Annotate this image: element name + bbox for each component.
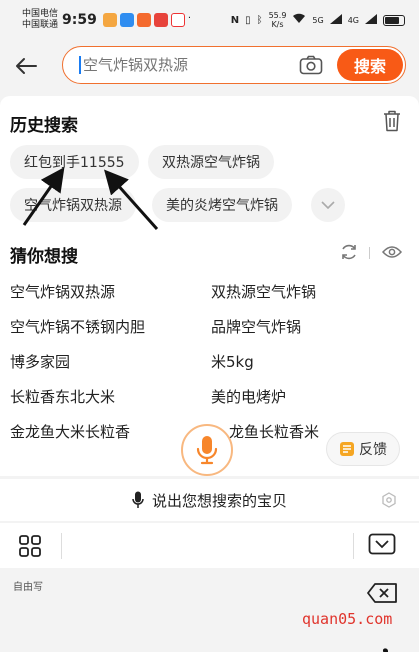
divider — [61, 533, 62, 559]
keyboard-voice-bar[interactable]: 说出您想搜索的宝贝 — [0, 479, 419, 521]
search-button[interactable]: 搜索 — [337, 49, 403, 81]
hide-keyboard-icon[interactable] — [368, 533, 396, 557]
search-suggestion-panel: 历史搜索 红包到手11555 双热源空气炸锅 空气炸锅双热源 美的炎烤空气炸锅 … — [0, 96, 419, 476]
alipay-icon — [119, 13, 134, 27]
status-right: N ▯ ᛒ 55.9 K/s 5G 4G — [231, 11, 405, 29]
grid-menu-icon[interactable] — [18, 534, 42, 558]
search-box: 搜索 — [62, 46, 406, 84]
status-bar: 中国电信 中国联通 9:59 · N ▯ ᛒ 55.9 K/s 5G 4G — [0, 0, 419, 40]
chevron-down-icon — [321, 201, 335, 209]
app-notification-icon — [136, 13, 151, 27]
microphone-icon — [196, 436, 218, 465]
signal-4g-label: 4G — [347, 15, 359, 25]
refresh-icon[interactable] — [340, 243, 358, 261]
nfc-icon: N — [230, 14, 240, 26]
history-chip[interactable]: 空气炸锅双热源 — [10, 188, 136, 222]
guess-item[interactable]: 长粒香东北大米 — [10, 386, 115, 407]
guess-item[interactable]: 米5kg — [211, 351, 254, 372]
trash-icon[interactable] — [382, 110, 402, 132]
comma-key[interactable]: ， — [379, 626, 405, 652]
network-speed: 55.9 K/s — [269, 11, 287, 29]
vibrate-icon: ▯ — [245, 14, 251, 26]
gear-icon[interactable] — [381, 492, 397, 508]
signal-5g-label: 5G — [312, 15, 324, 25]
expand-history-button[interactable] — [311, 188, 345, 222]
voice-search-button[interactable] — [181, 424, 233, 476]
feedback-label: 反馈 — [359, 442, 387, 458]
clock: 9:59 — [62, 12, 97, 28]
handwriting-label: 自由写 — [13, 582, 43, 593]
guess-title: 猜你想搜 — [10, 247, 78, 267]
divider — [369, 247, 370, 259]
guess-item[interactable]: 空气炸锅不锈钢内胆 — [10, 316, 145, 337]
backspace-icon[interactable] — [366, 582, 398, 604]
net-speed-value: 55.9 — [268, 11, 287, 20]
history-chip[interactable]: 红包到手11555 — [10, 145, 139, 179]
eye-icon[interactable] — [382, 245, 402, 259]
carrier-1: 中国电信 — [22, 9, 59, 19]
search-input[interactable] — [83, 56, 293, 74]
more-notifications-icon: · — [187, 13, 192, 24]
signal-icon — [365, 13, 377, 27]
guess-item[interactable]: 金龙鱼大米长粒香 — [10, 421, 130, 442]
arrow-left-icon — [16, 58, 37, 74]
text-caret — [79, 56, 81, 74]
history-title: 历史搜索 — [10, 116, 78, 136]
history-chip[interactable]: 美的炎烤空气炸锅 — [152, 188, 292, 222]
guess-item[interactable]: 龙鱼长粒香米 — [229, 421, 319, 442]
bluetooth-icon: ᛒ — [256, 14, 263, 26]
feedback-icon — [340, 442, 354, 456]
back-button[interactable] — [0, 40, 52, 92]
voice-prompt: 说出您想搜索的宝贝 — [151, 491, 287, 510]
net-speed-unit: K/s — [271, 20, 284, 29]
battery-icon — [383, 14, 405, 26]
app-notification-icon — [153, 13, 168, 27]
guess-item[interactable]: 美的电烤炉 — [211, 386, 286, 407]
guess-item[interactable]: 双热源空气炸锅 — [211, 281, 316, 302]
guess-item[interactable]: 品牌空气炸锅 — [211, 316, 301, 337]
microphone-icon — [132, 491, 144, 508]
signal-icon — [329, 13, 342, 27]
search-bar: 搜索 — [0, 40, 419, 92]
feedback-button[interactable]: 反馈 — [326, 432, 400, 466]
weibo-icon — [170, 13, 185, 27]
carrier-2: 中国联通 — [22, 20, 59, 30]
app-notification-icon — [102, 13, 117, 27]
divider — [353, 533, 354, 559]
guess-item[interactable]: 空气炸锅双热源 — [10, 281, 115, 302]
wifi-icon — [292, 13, 306, 27]
keyboard-toolbar — [0, 523, 419, 568]
handwriting-area[interactable]: 自由写 quan05.com ， — [0, 570, 419, 652]
carrier-names: 中国电信 中国联通 — [22, 9, 58, 31]
guess-item[interactable]: 博多家园 — [10, 351, 70, 372]
notification-icons: · — [102, 13, 192, 27]
history-chip[interactable]: 双热源空气炸锅 — [148, 145, 274, 179]
camera-icon[interactable] — [299, 55, 323, 75]
